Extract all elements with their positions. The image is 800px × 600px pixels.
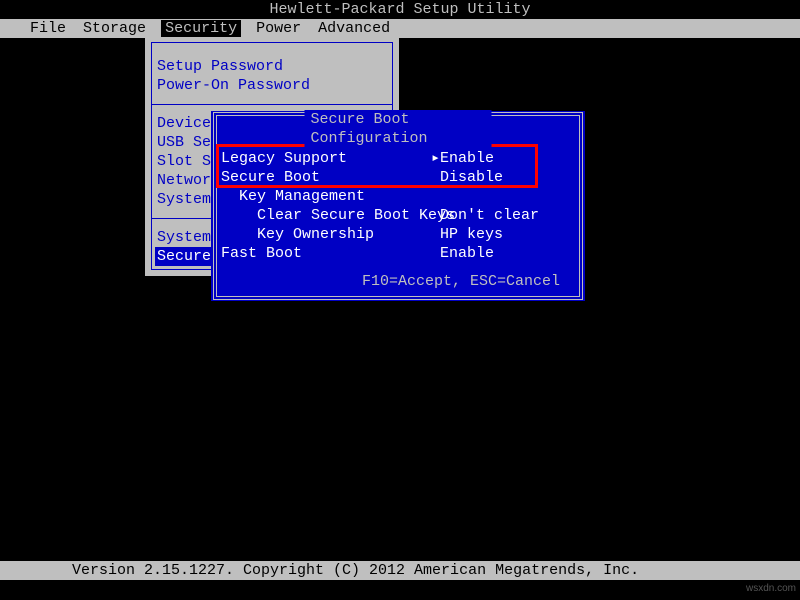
cursor-icon: ▸: [431, 149, 440, 168]
menu-security[interactable]: Security: [161, 20, 241, 37]
label-key-ownership: Key Ownership: [221, 225, 431, 244]
label-key-management: Key Management: [221, 187, 431, 206]
menu-setup-password[interactable]: Setup Password: [145, 57, 399, 76]
menu-advanced[interactable]: Advanced: [316, 20, 392, 37]
row-legacy-support[interactable]: Legacy Support ▸Enable: [221, 149, 575, 168]
dialog-footer: F10=Accept, ESC=Cancel: [349, 272, 573, 291]
secure-boot-dialog: Secure Boot Configuration Legacy Support…: [211, 111, 585, 301]
value-key-management: [440, 187, 575, 206]
menu-poweron-password[interactable]: Power-On Password: [145, 76, 399, 95]
watermark: wsxdn.com: [746, 579, 796, 598]
status-bar: Version 2.15.1227. Copyright (C) 2012 Am…: [0, 561, 800, 580]
value-fast-boot[interactable]: Enable: [440, 244, 575, 263]
value-legacy-support[interactable]: Enable: [440, 149, 575, 168]
menu-power[interactable]: Power: [254, 20, 303, 37]
label-secure-boot: Secure Boot: [221, 168, 431, 187]
row-secure-boot[interactable]: Secure Boot Disable: [221, 168, 575, 187]
app-title: Hewlett-Packard Setup Utility: [0, 0, 800, 19]
menu-storage[interactable]: Storage: [81, 20, 148, 37]
menubar: File Storage Security Power Advanced: [0, 19, 800, 38]
value-key-ownership[interactable]: HP keys: [440, 225, 575, 244]
row-key-management: Key Management: [221, 187, 575, 206]
row-clear-keys[interactable]: Clear Secure Boot Keys Don't clear: [221, 206, 575, 225]
dialog-title: Secure Boot Configuration: [305, 110, 492, 148]
label-legacy-support: Legacy Support: [221, 149, 431, 168]
value-secure-boot[interactable]: Disable: [440, 168, 575, 187]
label-clear-keys: Clear Secure Boot Keys: [221, 206, 431, 225]
label-fast-boot: Fast Boot: [221, 244, 431, 263]
row-key-ownership[interactable]: Key Ownership HP keys: [221, 225, 575, 244]
menu-file[interactable]: File: [28, 20, 68, 37]
row-fast-boot[interactable]: Fast Boot Enable: [221, 244, 575, 263]
value-clear-keys[interactable]: Don't clear: [440, 206, 575, 225]
